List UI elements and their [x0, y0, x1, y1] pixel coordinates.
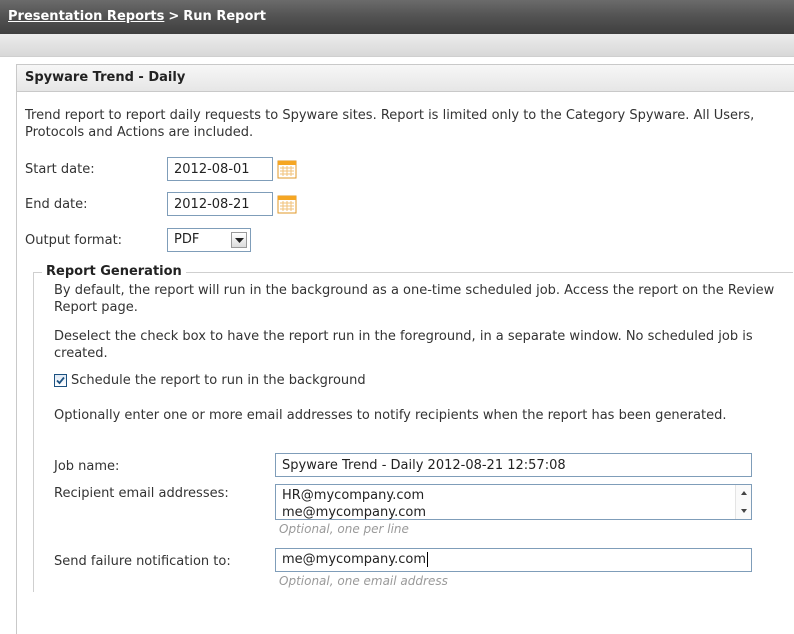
failure-notification-input[interactable]: me@mycompany.com [275, 548, 752, 572]
foreground-info-text: Deselect the check box to have the repor… [54, 329, 753, 361]
report-generation-legend: Report Generation [42, 264, 186, 279]
breadcrumb-current: Run Report [183, 9, 267, 24]
recipients-scrollbar[interactable] [735, 485, 751, 519]
breadcrumb: Presentation Reports > Run Report [0, 0, 794, 34]
recipients-label: Recipient email addresses: [54, 486, 229, 501]
report-title: Spyware Trend - Daily [17, 65, 794, 92]
start-date-input[interactable] [167, 157, 273, 181]
chevron-down-icon[interactable] [231, 232, 247, 248]
job-name-input[interactable] [275, 453, 752, 477]
toolbar-strip [0, 34, 794, 57]
recipients-hint: Optional, one per line [279, 522, 409, 536]
schedule-background-label[interactable]: Schedule the report to run in the backgr… [71, 372, 794, 389]
text-caret [426, 552, 428, 567]
recipient-email: me@mycompany.com [282, 505, 426, 520]
failure-notification-value: me@mycompany.com [282, 552, 426, 567]
recipients-textarea[interactable]: HR@mycompany.com me@mycompany.com [275, 484, 752, 520]
breadcrumb-separator: > [168, 9, 180, 24]
checkmark-icon [56, 376, 65, 385]
recipient-email: HR@mycompany.com [282, 488, 425, 503]
report-panel: Spyware Trend - Daily Trend report to re… [16, 64, 794, 634]
report-generation-group: Report Generation By default, the report… [33, 264, 794, 592]
end-date-input[interactable] [167, 192, 273, 216]
report-description: Trend report to report daily requests to… [25, 108, 755, 140]
failure-notification-label: Send failure notification to: [54, 554, 231, 569]
calendar-icon[interactable] [277, 160, 297, 179]
output-format-select[interactable]: PDF [167, 228, 251, 252]
schedule-background-checkbox[interactable] [54, 374, 67, 387]
output-format-label: Output format: [25, 233, 123, 248]
background-info-text: By default, the report will run in the b… [54, 283, 775, 315]
email-info-text: Optionally enter one or more email addre… [54, 408, 727, 423]
breadcrumb-link-presentation-reports[interactable]: Presentation Reports [8, 9, 164, 24]
end-date-label: End date: [25, 197, 88, 212]
failure-notification-hint: Optional, one email address [279, 574, 448, 588]
start-date-label: Start date: [25, 162, 95, 177]
calendar-icon[interactable] [277, 195, 297, 214]
job-name-label: Job name: [54, 459, 120, 474]
output-format-value: PDF [174, 232, 200, 247]
